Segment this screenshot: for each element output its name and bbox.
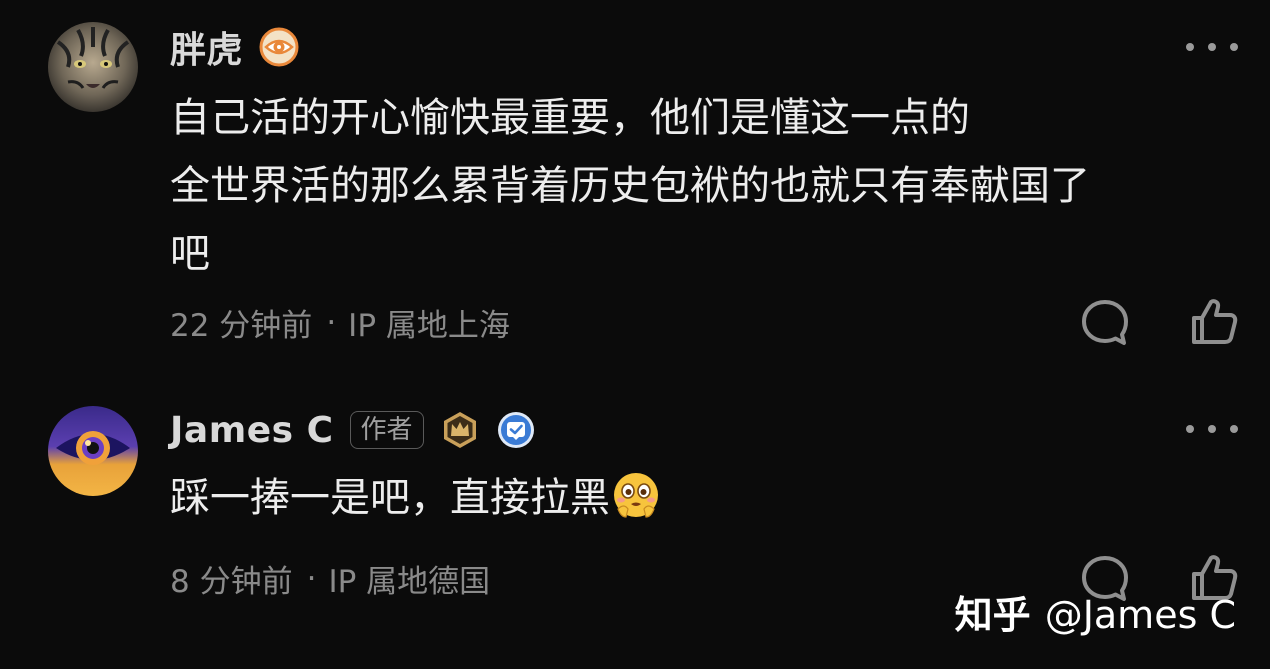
watermark: 知乎 @James C [955, 584, 1236, 639]
like-button[interactable] [1186, 294, 1240, 348]
crown-badge-icon[interactable] [440, 410, 480, 450]
more-options-button[interactable] [1186, 40, 1238, 54]
comment-body: 踩一捧一是吧，直接拉黑 [170, 464, 1240, 532]
reply-button[interactable] [1078, 296, 1132, 350]
drooling-face-emoji-icon [612, 471, 660, 519]
comment-meta: 22 分钟前 · IP 属地上海 [170, 300, 510, 345]
username[interactable]: 胖虎 [170, 21, 243, 73]
comment-header: 胖虎 [170, 22, 299, 72]
dot-icon [1186, 43, 1194, 51]
author-tag: 作者 [349, 411, 424, 449]
timestamp: 8 分钟前 [170, 564, 293, 600]
dot-icon [1230, 43, 1238, 51]
thumbs-up-icon [1192, 299, 1238, 344]
ip-location: IP 属地德国 [328, 564, 491, 600]
avatar[interactable] [48, 406, 138, 496]
eye-badge-icon[interactable] [259, 27, 299, 67]
comment-text-line: 自己活的开心愉快最重要，他们是懂这一点的 [170, 95, 970, 141]
comment-text-line: 踩一捧一是吧，直接拉黑 [170, 464, 1240, 532]
meta-separator: · [306, 560, 317, 597]
timestamp: 22 分钟前 [170, 308, 313, 344]
username[interactable]: James C [170, 410, 334, 451]
comment-meta: 8 分钟前 · IP 属地德国 [170, 556, 490, 601]
dot-icon [1230, 425, 1238, 433]
comment-body: 自己活的开心愉快最重要，他们是懂这一点的 全世界活的那么累背着历史包袱的也就只有… [170, 84, 1240, 288]
comment-text-line: 全世界活的那么累背着历史包袱的也就只有奉献国了 [170, 163, 1090, 209]
comment-header: James C 作者 [170, 405, 536, 455]
comment-text: 踩一捧一是吧，直接拉黑 [170, 475, 610, 521]
dot-icon [1186, 425, 1194, 433]
more-options-button[interactable] [1186, 422, 1238, 436]
watermark-brand: 知乎 [954, 593, 1031, 637]
ip-location: IP 属地上海 [348, 308, 510, 344]
comment-thread: 胖虎 自己活的开心愉快最重要，他们是懂这一点的 全世界活的那么累背着历史包袱的也… [0, 0, 1270, 669]
watermark-handle: @James C [1044, 593, 1236, 637]
meta-separator: · [326, 304, 337, 341]
avatar[interactable] [48, 22, 138, 112]
comment-bubble-icon [1082, 300, 1128, 345]
verified-badge-icon[interactable] [496, 410, 536, 450]
comment-text-line: 吧 [170, 231, 210, 277]
dot-icon [1208, 43, 1216, 51]
dot-icon [1208, 425, 1216, 433]
